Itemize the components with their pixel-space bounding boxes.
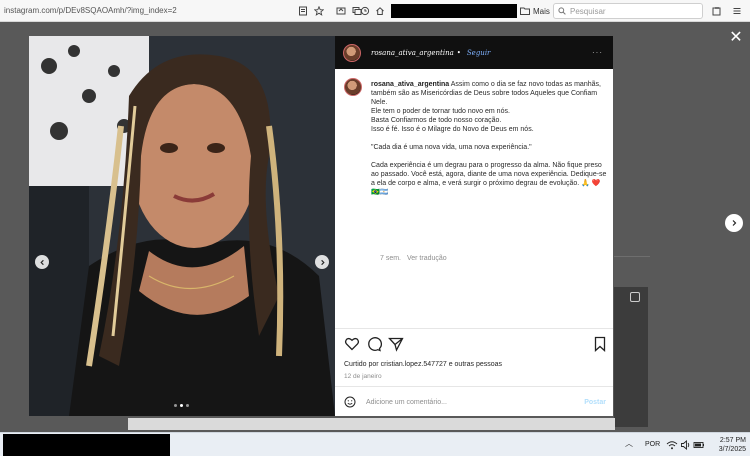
follow-button[interactable]: Seguir bbox=[467, 49, 491, 57]
heart-icon[interactable] bbox=[344, 336, 360, 352]
post-header: rosana_ativa_argentina • Seguir ··· bbox=[335, 36, 613, 69]
caption-quote: "Cada dia é uma nova vida, uma nova expe… bbox=[371, 144, 532, 151]
emoji-icon[interactable] bbox=[344, 396, 356, 408]
share-icon[interactable] bbox=[388, 336, 404, 352]
clock-date: 3/7/2025 bbox=[718, 446, 746, 453]
address-bar[interactable]: instagram.com/p/DEv8SQAOAmh/?img_index=2 bbox=[2, 3, 324, 19]
comment-icon[interactable] bbox=[366, 336, 382, 352]
redacted-area bbox=[3, 434, 170, 456]
folder-icon bbox=[520, 7, 530, 15]
save-bookmark-icon[interactable] bbox=[592, 336, 608, 352]
chevron-right-icon bbox=[732, 220, 737, 226]
post-photo[interactable] bbox=[29, 36, 335, 416]
liked-user-link[interactable]: cristian.lopez.547727 bbox=[381, 361, 447, 368]
carousel-dot bbox=[186, 404, 189, 407]
post-time-ago: 7 sem. bbox=[380, 255, 402, 262]
carousel-indicator bbox=[174, 404, 189, 407]
divider bbox=[335, 386, 613, 387]
see-translation-link[interactable]: Ver tradução bbox=[407, 255, 447, 262]
screenshot-icon[interactable] bbox=[334, 4, 348, 18]
caption-line: Basta Confiarmos de todo nosso coração. bbox=[371, 117, 502, 124]
comment-composer: Adicione um comentário... Postar bbox=[344, 395, 606, 409]
wifi-icon[interactable] bbox=[666, 439, 678, 451]
post-date: 12 de janeiro bbox=[344, 373, 382, 380]
taskbar: ︿ POR 2:57 PM 3/7/2025 bbox=[0, 432, 750, 456]
bookmarks-folder[interactable]: Mais bbox=[520, 4, 550, 18]
reader-view-icon[interactable] bbox=[296, 4, 310, 18]
avatar[interactable] bbox=[343, 43, 361, 62]
caption-meta: 7 sem. Ver tradução bbox=[380, 255, 447, 262]
post-details-panel: rosana_ativa_argentina • Seguir ··· rosa… bbox=[335, 36, 613, 416]
home-icon[interactable] bbox=[373, 4, 387, 18]
battery-icon[interactable] bbox=[693, 439, 705, 451]
caption-username[interactable]: rosana_ativa_argentina bbox=[371, 81, 449, 88]
background-page-strip bbox=[128, 418, 615, 430]
clock-time: 2:57 PM bbox=[719, 437, 746, 444]
search-icon bbox=[558, 7, 566, 15]
clock[interactable]: 2:57 PM 3/7/2025 bbox=[706, 436, 746, 454]
woman-portrait-image bbox=[29, 36, 335, 416]
bookmarks-folder-label: Mais bbox=[533, 6, 550, 16]
search-placeholder: Pesquisar bbox=[570, 6, 606, 16]
search-input[interactable]: Pesquisar bbox=[553, 3, 703, 19]
post-actions bbox=[344, 336, 606, 352]
history-icon[interactable] bbox=[358, 4, 372, 18]
extensions-icon[interactable] bbox=[710, 4, 724, 18]
menu-icon[interactable] bbox=[730, 4, 744, 18]
caption-line: Ele tem o poder de tornar tudo novo em n… bbox=[371, 108, 510, 115]
next-image-button[interactable] bbox=[315, 255, 329, 269]
background-divider bbox=[614, 256, 650, 257]
chevron-up-icon[interactable]: ︿ bbox=[625, 438, 633, 449]
bookmark-star-icon[interactable] bbox=[312, 4, 326, 18]
caption-line: Isso é fé. Isso é o Milagre do Novo de D… bbox=[371, 126, 534, 133]
comment-input[interactable]: Adicione um comentário... bbox=[366, 399, 447, 406]
volume-icon[interactable] bbox=[680, 439, 692, 451]
divider bbox=[335, 328, 613, 329]
liked-suffix[interactable]: e outras pessoas bbox=[449, 361, 502, 368]
liked-prefix: Curtido por bbox=[344, 361, 379, 368]
carousel-dot-active bbox=[180, 404, 183, 407]
avatar[interactable] bbox=[344, 78, 362, 96]
redacted-area bbox=[391, 4, 517, 18]
chevron-right-icon bbox=[320, 259, 325, 265]
header-username[interactable]: rosana_ativa_argentina bbox=[371, 49, 454, 57]
likes-summary: Curtido por cristian.lopez.547727 e outr… bbox=[344, 361, 502, 368]
separator-dot: • bbox=[456, 48, 461, 57]
next-post-button[interactable] bbox=[725, 214, 743, 232]
language-indicator[interactable]: POR bbox=[645, 441, 660, 448]
background-post-thumbnail bbox=[614, 287, 648, 427]
close-icon[interactable]: ✕ bbox=[728, 30, 744, 46]
carousel-icon bbox=[630, 292, 640, 302]
browser-toolbar: instagram.com/p/DEv8SQAOAmh/?img_index=2… bbox=[0, 0, 750, 22]
carousel-dot bbox=[174, 404, 177, 407]
chevron-left-icon bbox=[39, 259, 44, 265]
caption-paragraph: Cada experiência é um degrau para o prog… bbox=[371, 162, 609, 196]
post-comment-button[interactable]: Postar bbox=[584, 399, 606, 406]
previous-image-button[interactable] bbox=[35, 255, 49, 269]
more-options-icon[interactable]: ··· bbox=[592, 48, 603, 57]
